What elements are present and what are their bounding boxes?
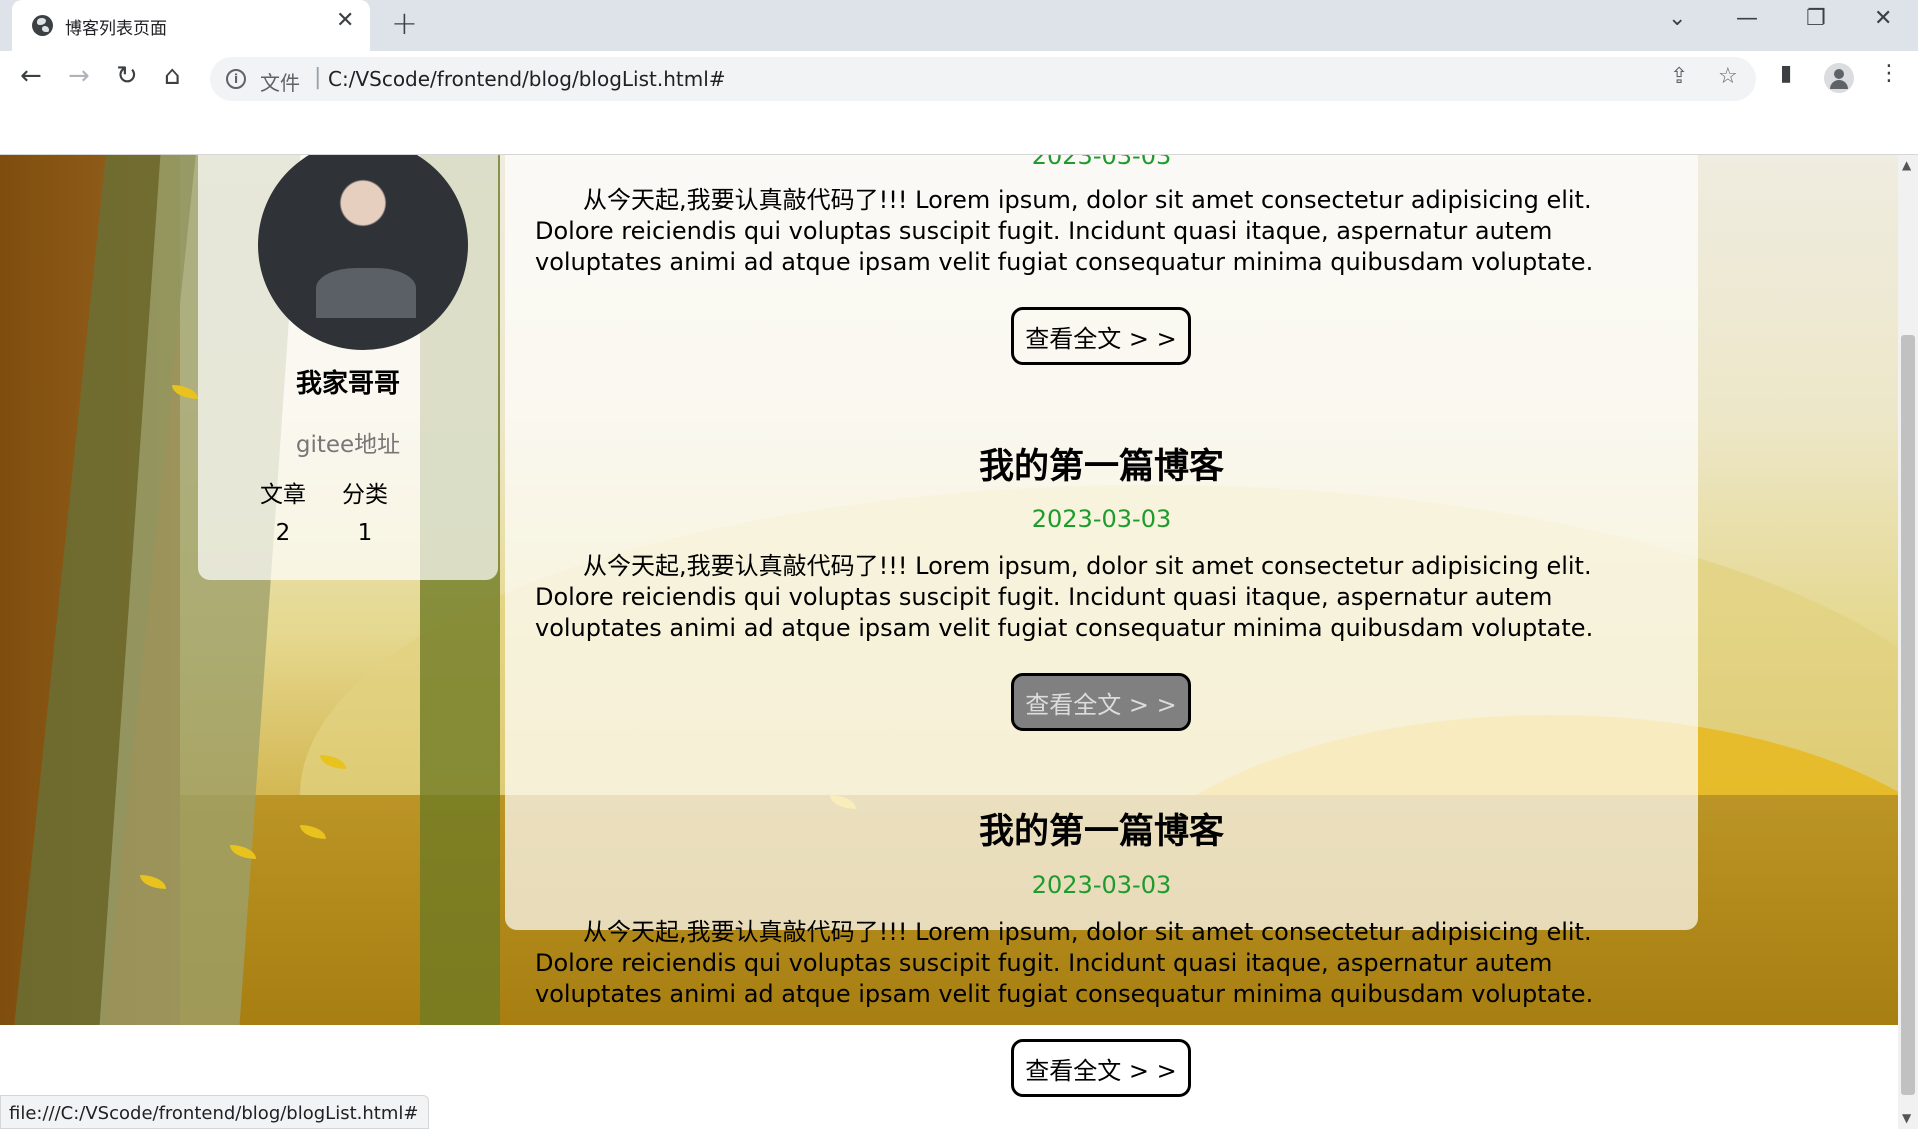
tab-strip: 博客列表页面 ✕ + ⌄ — ❐ ✕ bbox=[0, 0, 1918, 51]
restore-button[interactable]: ❐ bbox=[1806, 8, 1826, 30]
share-icon[interactable]: ⇪ bbox=[1670, 66, 1688, 88]
address-bar[interactable]: i 文件 | C:/VScode/frontend/blog/blogList.… bbox=[210, 57, 1756, 101]
stat-label-articles: 文章 bbox=[260, 482, 306, 508]
stat-value-articles: 2 bbox=[275, 520, 291, 546]
globe-icon bbox=[32, 15, 53, 36]
url-text[interactable]: C:/VScode/frontend/blog/blogList.html# bbox=[328, 67, 726, 91]
reload-button[interactable]: ↻ bbox=[116, 63, 138, 89]
author-name: 我家哥哥 bbox=[295, 369, 400, 399]
tab-close-icon[interactable]: ✕ bbox=[336, 10, 354, 32]
blog-date: 2023-03-03 bbox=[1031, 155, 1172, 170]
read-more-button[interactable]: 查看全文 > > bbox=[1011, 307, 1191, 365]
scroll-down-arrow-icon[interactable]: ▼ bbox=[1902, 1112, 1911, 1124]
read-more-button[interactable]: 查看全文 > > bbox=[1011, 1039, 1191, 1097]
read-more-button[interactable]: 查看全文 > > bbox=[1011, 673, 1191, 731]
back-button[interactable]: ← bbox=[20, 63, 42, 89]
menu-icon[interactable]: ⋮ bbox=[1878, 63, 1900, 85]
side-panel-icon[interactable]: ▮ bbox=[1780, 63, 1792, 85]
blog-date: 2023-03-03 bbox=[1031, 505, 1172, 533]
new-tab-button[interactable]: + bbox=[391, 7, 418, 39]
minimize-button[interactable]: — bbox=[1736, 8, 1758, 30]
status-bar-url: file:///C:/VScode/frontend/blog/blogList… bbox=[0, 1095, 430, 1129]
browser-toolbar: ← → ↻ ⌂ i 文件 | C:/VScode/frontend/blog/b… bbox=[0, 51, 1918, 155]
tab-search-dropdown-icon[interactable]: ⌄ bbox=[1668, 8, 1686, 30]
tab-title: 博客列表页面 bbox=[65, 19, 167, 39]
tab-active[interactable]: 博客列表页面 ✕ bbox=[12, 0, 370, 51]
scroll-thumb[interactable] bbox=[1901, 335, 1915, 1095]
blog-title: 我的第一篇博客 bbox=[978, 812, 1224, 852]
close-window-button[interactable]: ✕ bbox=[1874, 8, 1892, 30]
info-icon[interactable]: i bbox=[226, 69, 246, 89]
page-scrollbar[interactable]: ▲ ▼ bbox=[1898, 155, 1918, 1129]
profile-avatar-icon[interactable] bbox=[1824, 63, 1854, 93]
stat-value-categories: 1 bbox=[357, 520, 373, 546]
stat-label-categories: 分类 bbox=[342, 482, 388, 508]
blog-desc: 从今天起,我要认真敲代码了!!! Lorem ipsum, dolor sit … bbox=[535, 186, 1594, 276]
blog-desc: 从今天起,我要认真敲代码了!!! Lorem ipsum, dolor sit … bbox=[535, 552, 1594, 642]
scroll-up-arrow-icon[interactable]: ▲ bbox=[1902, 159, 1911, 171]
page-viewport: 我家哥哥 gitee地址 文章 分类 2 1 2023-03-03 从今天起,我… bbox=[0, 155, 1898, 1129]
profile-card: 我家哥哥 gitee地址 文章 分类 2 1 bbox=[198, 155, 498, 580]
home-button[interactable]: ⌂ bbox=[164, 63, 181, 89]
bookmark-star-icon[interactable]: ☆ bbox=[1718, 66, 1738, 88]
blog-date: 2023-03-03 bbox=[1031, 871, 1172, 899]
gitee-link[interactable]: gitee地址 bbox=[198, 425, 498, 459]
forward-button[interactable]: → bbox=[68, 63, 90, 89]
blog-desc: 从今天起,我要认真敲代码了!!! Lorem ipsum, dolor sit … bbox=[535, 918, 1594, 1008]
blog-title: 我的第一篇博客 bbox=[978, 447, 1224, 487]
scheme-separator: | bbox=[314, 65, 322, 90]
scheme-label: 文件 bbox=[260, 71, 300, 95]
author-avatar bbox=[258, 155, 468, 350]
